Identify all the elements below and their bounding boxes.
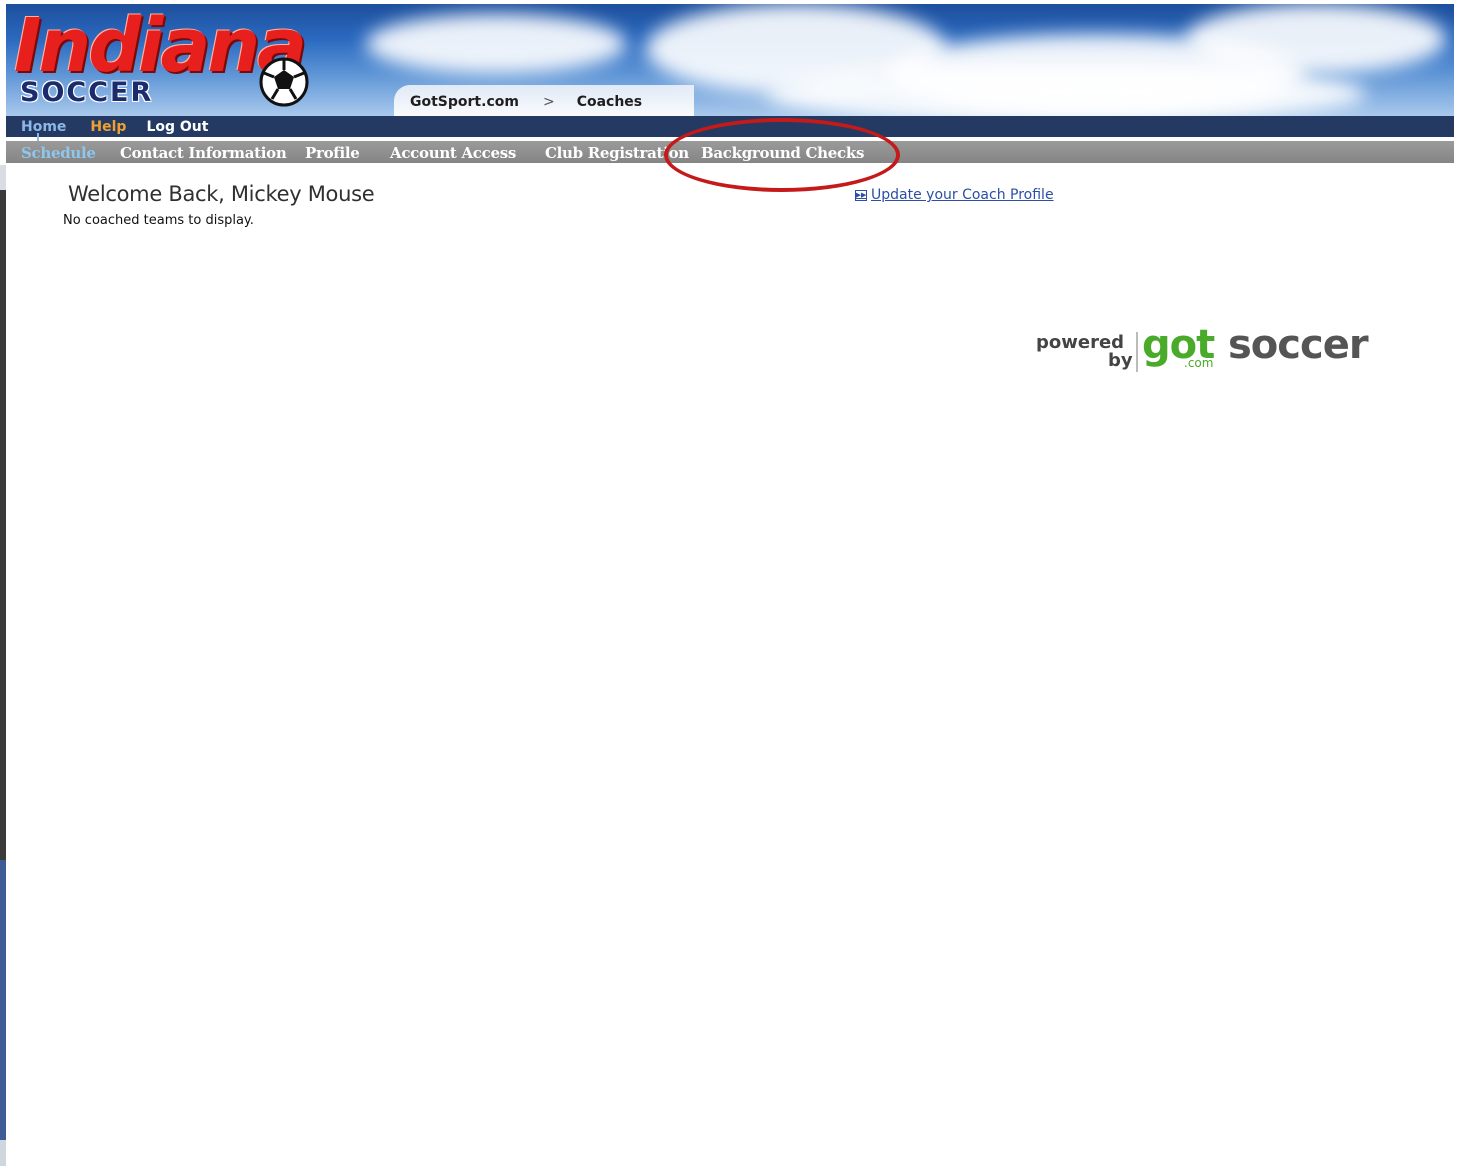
breadcrumb-separator: >	[542, 93, 555, 110]
forward-arrow-icon: ▶▶	[855, 189, 867, 201]
window-left-edge	[0, 0, 6, 1166]
top-nav: Home Help Log Out	[6, 116, 1454, 137]
breadcrumb: GotSport.com > Coaches	[394, 85, 694, 116]
nav-logout-link[interactable]: Log Out	[146, 119, 208, 135]
site-header: Indiana SOCCER GotSport.com > Coaches	[6, 4, 1454, 116]
subnav-account-access[interactable]: Account Access	[390, 144, 516, 162]
breadcrumb-current[interactable]: Coaches	[555, 94, 642, 110]
sub-nav: Schedule Contact Information Profile Acc…	[6, 141, 1454, 163]
subnav-profile[interactable]: Profile	[305, 144, 360, 162]
soccer-ball-icon	[259, 57, 309, 107]
logo-divider	[1136, 332, 1138, 372]
logo-subtitle: SOCCER	[20, 77, 154, 108]
by-label: by	[1108, 350, 1133, 371]
active-section-indicator	[37, 133, 39, 141]
subnav-club-registration[interactable]: Club Registration	[545, 144, 689, 162]
breadcrumb-gotsport-link[interactable]: GotSport.com	[394, 94, 519, 110]
welcome-heading: Welcome Back, Mickey Mouse	[68, 182, 375, 206]
header-cloud	[366, 14, 626, 74]
subnav-schedule[interactable]: Schedule	[21, 144, 96, 162]
powered-by-gotsoccer-logo[interactable]: powered by got soccer .com	[1036, 322, 1369, 376]
brand-com: .com	[1184, 356, 1214, 370]
brand-soccer: soccer	[1228, 322, 1369, 368]
update-coach-profile-label: Update your Coach Profile	[871, 187, 1054, 203]
subnav-background-checks[interactable]: Background Checks	[701, 144, 864, 162]
header-cloud	[766, 64, 1366, 116]
indiana-soccer-logo[interactable]: Indiana SOCCER	[10, 6, 350, 114]
update-coach-profile-link[interactable]: ▶▶ Update your Coach Profile	[855, 187, 1054, 203]
subnav-contact-information[interactable]: Contact Information	[120, 144, 287, 162]
nav-help-link[interactable]: Help	[90, 119, 126, 135]
header-cloud	[1186, 4, 1446, 74]
nav-home-link[interactable]: Home	[21, 119, 66, 135]
no-teams-message: No coached teams to display.	[63, 213, 254, 228]
